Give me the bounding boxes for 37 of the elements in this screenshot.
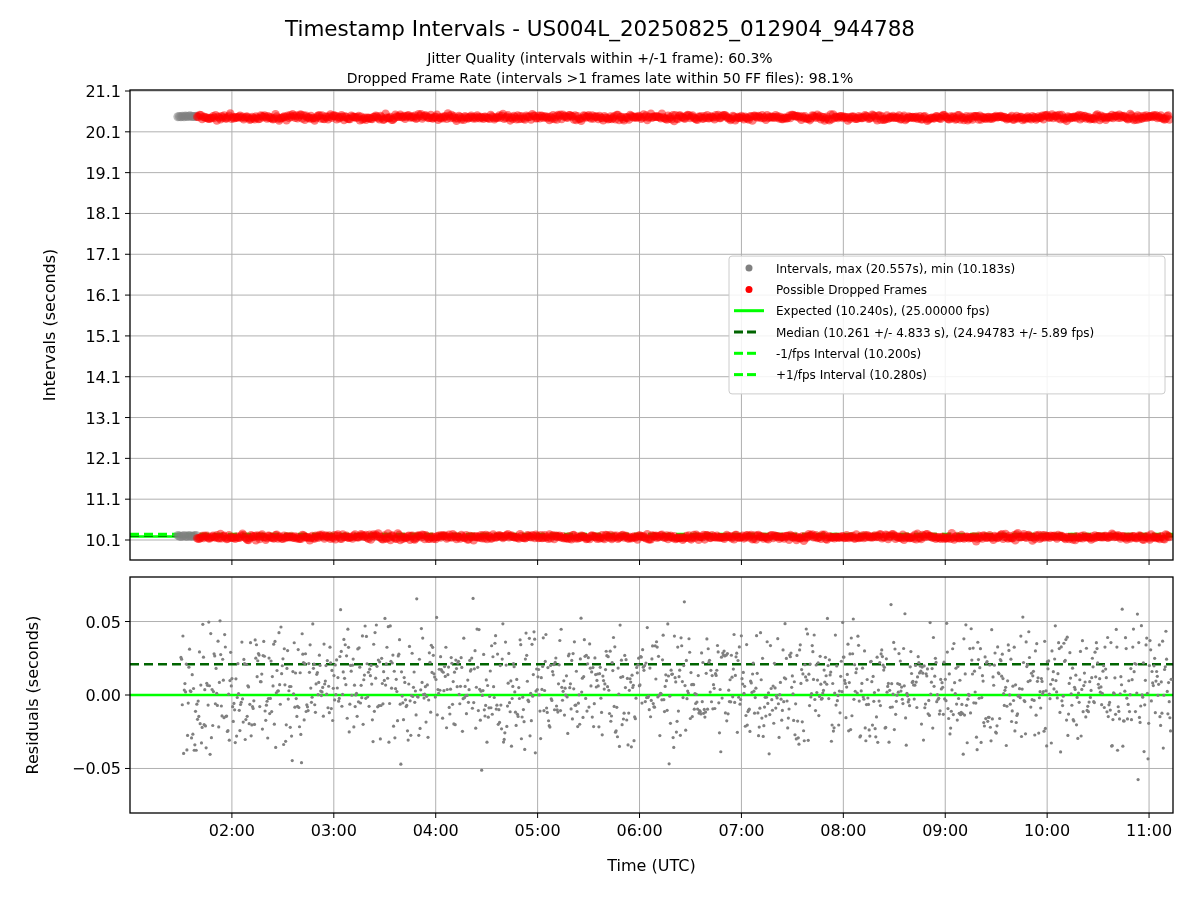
tick-label: 14.1 [85,367,121,387]
tick-label: 04:00 [412,821,459,840]
figure-subtitle: Dropped Frame Rate (intervals >1 frames late within 50 FF files): 98.1% [346,70,854,86]
tick-label: 19.1 [85,163,121,183]
tick-label: −0.05 [71,759,121,779]
tick-label: 02:00 [208,821,255,840]
tick-label: 10:00 [1024,821,1071,840]
tick-label: 21.1 [85,82,121,101]
tick-label: 03:00 [310,821,357,840]
tick-label: 16.1 [85,286,121,306]
tick-label: 11:00 [1126,821,1173,840]
tick-label: 17.1 [85,245,121,265]
tick-label: 18.1 [85,204,121,224]
tick-label: 0.05 [85,612,121,632]
tick-label: 20.1 [85,122,121,142]
legend-label: Intervals, max (20.557s), min (10.183s) [776,261,1016,276]
figure-title: Timestamp Intervals - US004L_20250825_012904_944788 [285,16,915,41]
legend-label: Expected (10.240s), (25.00000 fps) [776,304,990,319]
tick-label: 11.1 [85,490,121,510]
tick-label: 06:00 [616,821,663,840]
legend-label: Median (10.261 +/- 4.833 s), (24.94783 +/- 5.89 fps) [776,325,1095,340]
figure-subtitle: Jitter Quality (intervals within +/-1 frame): 60.3% [427,50,773,66]
tick-label: 12.1 [85,449,121,469]
axis-label: Residuals (seconds) [23,615,42,775]
axis-label: Time (UTC) [607,856,696,875]
tick-label: 08:00 [820,821,867,840]
tick-label: 07:00 [718,821,765,840]
legend-label: -1/fps Interval (10.200s) [776,346,922,361]
tick-label: 09:00 [922,821,969,840]
legend-label: Possible Dropped Frames [776,282,928,297]
tick-label: 15.1 [85,326,121,346]
tick-label: 0.00 [85,686,121,705]
tick-label: 13.1 [85,408,121,428]
tick-label: 05:00 [514,821,561,840]
axis-label: Intervals (seconds) [40,248,59,402]
tick-label: 10.1 [85,531,121,550]
legend-label: +1/fps Interval (10.280s) [776,368,927,383]
